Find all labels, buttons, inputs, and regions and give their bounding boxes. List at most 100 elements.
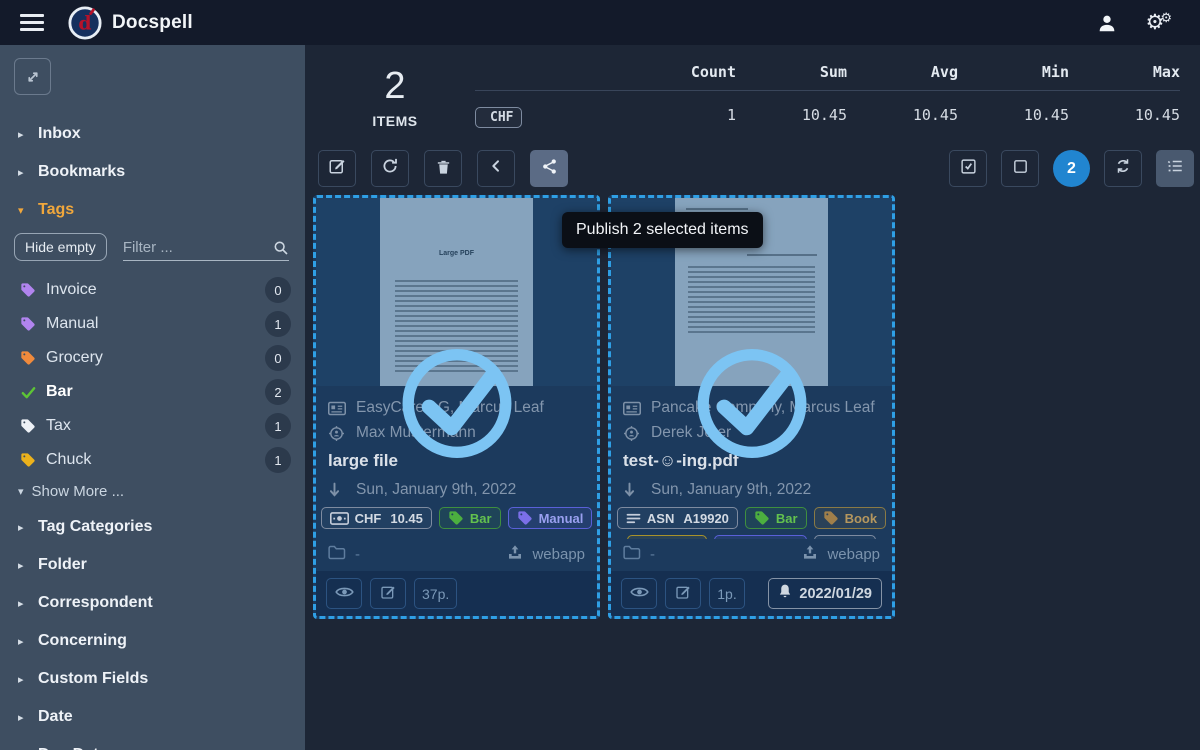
edit-icon [380,584,396,603]
sidebar-section-custom-fields[interactable]: ▸ Custom Fields [0,660,305,698]
settings-gears-icon[interactable]: ⚙⚙ [1146,10,1172,35]
chevron-right-icon: ▸ [18,521,38,534]
concerning-line: Derek Jeter [623,424,880,442]
sync-button[interactable] [1104,150,1142,187]
share-button[interactable] [530,150,568,187]
page-count-badge: 1p. [709,578,745,609]
item-card[interactable]: Pancake Company, Marcus Leaf Derek Jeter… [608,195,895,619]
item-title: test-☺-ing.pdf [623,451,880,471]
user-icon[interactable] [1096,12,1118,34]
angle-left-icon [488,158,504,179]
sync-icon [1114,157,1132,180]
item-badge-manual: Manual [508,507,593,529]
address-card-icon [328,401,347,416]
eye-icon [335,585,354,602]
tag-count-badge: 0 [265,345,291,371]
currency-stats-table: CountSumAvgMinMax CHF 110.4510.4510.4510… [475,63,1180,128]
deselect-all-button[interactable] [1001,150,1039,187]
stats-summary: 2 ITEMS CountSumAvgMinMax CHF 110.4510.4… [305,45,1200,137]
chevron-right-icon: ▸ [18,635,38,648]
chevron-right-icon: ▸ [18,559,38,572]
card-footer-line: - webapp [611,539,892,571]
chevron-right-icon: ▸ [18,166,38,179]
check-icon [20,384,46,401]
tag-count-badge: 2 [265,379,291,405]
edit-item-button[interactable] [665,578,701,609]
delete-button[interactable] [424,150,462,187]
tag-icon [20,316,46,332]
view-item-button[interactable] [621,578,657,609]
tag-icon [448,510,464,526]
upload-icon [802,544,818,564]
tag-filter-item-chuck[interactable]: Chuck 1 [0,443,305,477]
eye-icon [630,585,649,602]
sidebar-section-inbox[interactable]: ▸ Inbox [0,115,305,153]
item-badge-bar: Bar [745,507,807,529]
list-view-button[interactable] [1156,150,1194,187]
tag-icon [823,510,839,526]
item-thumbnail: Large PDF [316,198,597,386]
top-navbar: d Docspell ⚙⚙ [0,0,1200,45]
check-square-icon [960,158,977,180]
stats-column-header: Sum [736,63,847,81]
money-icon [330,512,349,525]
page-count-badge: 37p. [414,578,457,609]
docspell-logo: d [68,6,102,40]
hide-empty-button[interactable]: Hide empty [14,233,107,261]
sidebar-section-due-date[interactable]: ▸ Due Date [0,736,305,750]
tag-count-badge: 1 [265,447,291,473]
tag-filter-item-invoice[interactable]: Invoice 0 [0,273,305,307]
stats-value: 10.45 [736,106,847,124]
person-crosshair-icon [623,425,642,442]
sidebar-section-tag-categories[interactable]: ▸ Tag Categories [0,508,305,546]
show-more-link[interactable]: ▾ Show More ... [0,477,305,508]
tag-filter-item-tax[interactable]: Tax 1 [0,409,305,443]
stats-value: 10.45 [1069,106,1180,124]
square-icon [1012,158,1029,180]
item-date-line: Sun, January 9th, 2022 [623,481,880,499]
chevron-right-icon: ▸ [18,711,38,724]
arrow-down-icon [328,482,347,498]
bars-icon [626,512,641,525]
sidebar-section-date[interactable]: ▸ Date [0,698,305,736]
stats-column-header: Min [958,63,1069,81]
item-card[interactable]: Large PDF EasyCare AG, Marcus Leaf [313,195,600,619]
edit-selected-button[interactable] [318,150,356,187]
select-all-button[interactable] [949,150,987,187]
card-footer-line: - webapp [316,539,597,571]
tag-icon [20,350,46,366]
sidebar-section-tags[interactable]: ▾ Tags [0,191,305,229]
upload-icon [507,544,523,564]
back-button[interactable] [477,150,515,187]
reload-button[interactable] [371,150,409,187]
stats-column-header: Count [625,63,736,81]
view-item-button[interactable] [326,578,362,609]
currency-badge: CHF [475,107,522,128]
chevron-right-icon: ▸ [18,597,38,610]
concerning-line: Max Mustermann [328,424,585,442]
edit-item-button[interactable] [370,578,406,609]
tag-filter-item-bar[interactable]: Bar 2 [0,375,305,409]
due-date-badge: 2022/01/29 [768,578,882,609]
tag-filter-item-grocery[interactable]: Grocery 0 [0,341,305,375]
tag-filter-input[interactable] [123,239,273,256]
edit-icon [675,584,691,603]
svg-text:d: d [78,12,91,34]
tag-count-badge: 0 [265,277,291,303]
table-row: CHF 110.4510.4510.4510.45 [475,102,1180,128]
menu-icon[interactable] [20,14,44,31]
sidebar-section-correspondent[interactable]: ▸ Correspondent [0,584,305,622]
sidebar: ▸ Inbox ▸ Bookmarks ▾ Tags Hide empty In… [0,45,305,750]
search-icon [273,240,289,256]
item-badge-chf: CHF10.45 [321,507,432,529]
sidebar-section-folder[interactable]: ▸ Folder [0,546,305,584]
redo-icon [381,157,399,180]
tag-filter [123,239,289,261]
tag-icon [517,510,533,526]
tag-filter-item-manual[interactable]: Manual 1 [0,307,305,341]
expand-sidebar-button[interactable] [14,58,51,95]
sidebar-section-concerning[interactable]: ▸ Concerning [0,622,305,660]
sidebar-section-bookmarks[interactable]: ▸ Bookmarks [0,153,305,191]
edit-icon [328,157,346,180]
stats-column-header: Max [1069,63,1180,81]
